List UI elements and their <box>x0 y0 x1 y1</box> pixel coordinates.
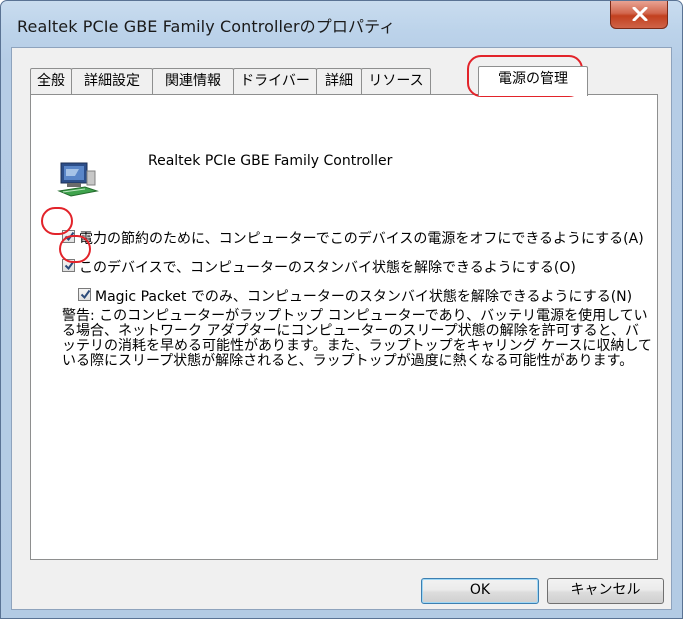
power-off-checkbox[interactable] <box>62 230 75 243</box>
tab-information[interactable]: 関連情報 <box>152 68 234 94</box>
close-icon <box>632 7 648 21</box>
magic-packet-checkbox[interactable] <box>78 288 91 301</box>
tab-resources[interactable]: リソース <box>361 68 431 94</box>
device-name: Realtek PCIe GBE Family Controller <box>148 153 393 169</box>
wake-label: このデバイスで、コンピューターのスタンバイ状態を解除できるようにする(O) <box>79 260 576 276</box>
tab-advanced[interactable]: 詳細設定 <box>71 68 153 94</box>
tab-power-management[interactable]: 電源の管理 <box>478 66 588 96</box>
close-button[interactable] <box>610 1 668 29</box>
tab-driver[interactable]: ドライバー <box>233 68 317 94</box>
network-adapter-icon <box>57 162 99 197</box>
power-management-panel: Realtek PCIe GBE Family Controller 電力の節約… <box>30 94 658 560</box>
title-bar[interactable]: Realtek PCIe GBE Family Controllerのプロパティ <box>1 1 682 47</box>
checkmark-icon <box>64 231 75 242</box>
checkmark-icon <box>64 260 75 271</box>
properties-dialog: Realtek PCIe GBE Family Controllerのプロパティ… <box>0 0 683 619</box>
ok-button[interactable]: OK <box>421 578 539 604</box>
checkmark-icon <box>80 289 91 300</box>
tab-details[interactable]: 詳細 <box>316 68 362 94</box>
dialog-client-area: 全般 詳細設定 関連情報 ドライバー 詳細 リソース 電源の管理 Realtek… <box>11 47 672 610</box>
tab-general[interactable]: 全般 <box>30 68 72 94</box>
window-title: Realtek PCIe GBE Family Controllerのプロパティ <box>17 17 396 36</box>
cancel-button[interactable]: キャンセル <box>547 578 664 604</box>
power-off-label: 電力の節約のために、コンピューターでこのデバイスの電源をオフにできるようにする(… <box>79 231 644 247</box>
wake-checkbox[interactable] <box>62 259 75 272</box>
warning-text: 警告: このコンピューターがラップトップ コンピューターであり、バッテリ電源を使… <box>62 308 652 369</box>
magic-packet-label: Magic Packet でのみ、コンピューターのスタンバイ状態を解除できるよう… <box>95 289 633 305</box>
